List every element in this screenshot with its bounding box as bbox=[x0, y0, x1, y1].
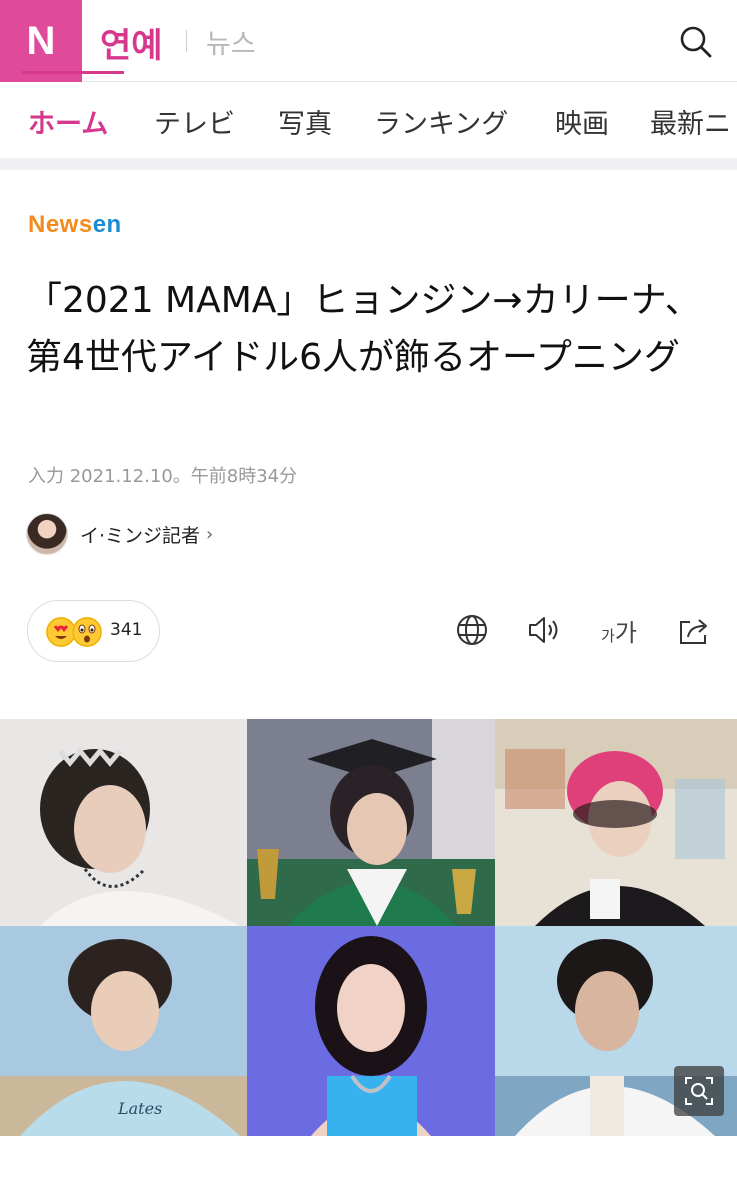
chevron-right-icon: › bbox=[206, 523, 214, 545]
source-logo-part2: en bbox=[92, 211, 122, 238]
font-size-label: 가가 bbox=[601, 618, 637, 647]
author-name: イ·ミンジ記者 bbox=[80, 524, 201, 547]
photo-tile-3 bbox=[495, 719, 737, 926]
logo[interactable]: N bbox=[0, 0, 82, 82]
section-title[interactable]: 연예 bbox=[100, 18, 163, 67]
tab-bar: ホーム テレビ 写真 ランキング 映画 最新ニ bbox=[0, 82, 737, 158]
tab-photo[interactable]: 写真 bbox=[278, 102, 332, 141]
speaker-icon bbox=[529, 617, 558, 643]
top-bar: N 연예 뉴스 bbox=[0, 0, 737, 82]
photo-tile-5 bbox=[247, 926, 495, 1136]
zoom-icon bbox=[685, 1077, 713, 1105]
source-logo[interactable]: Newsen bbox=[28, 211, 122, 239]
search-icon bbox=[680, 26, 712, 58]
svg-text:Lates: Lates bbox=[117, 1099, 162, 1118]
audio-button[interactable] bbox=[526, 612, 562, 648]
globe-icon bbox=[457, 615, 487, 645]
photo-tile-1 bbox=[0, 719, 247, 926]
source-logo-part1: News bbox=[28, 211, 93, 238]
tab-home[interactable]: ホーム bbox=[28, 102, 108, 141]
tab-latest[interactable]: 最新ニ bbox=[650, 102, 731, 141]
tab-ranking[interactable]: ランキング bbox=[374, 102, 508, 141]
photo-tile-4: Lates bbox=[0, 926, 247, 1136]
share-button[interactable] bbox=[676, 612, 712, 648]
translate-button[interactable] bbox=[454, 612, 490, 648]
author-link[interactable]: イ·ミンジ記者 › bbox=[26, 513, 213, 555]
header-divider bbox=[186, 30, 187, 52]
search-button[interactable] bbox=[676, 22, 716, 62]
photo-zoom-button[interactable] bbox=[674, 1066, 724, 1116]
reaction-count: 341 bbox=[110, 620, 143, 640]
active-tab-indicator bbox=[22, 71, 124, 74]
share-icon bbox=[680, 619, 707, 644]
tab-tv[interactable]: テレビ bbox=[154, 102, 235, 141]
article-headline: 「2021 MAMA」ヒョンジン→カリーナ、第4世代アイドル6人が飾るオープニン… bbox=[26, 280, 701, 378]
tab-movie[interactable]: 映画 bbox=[555, 102, 609, 141]
font-size-button[interactable]: 가가 bbox=[596, 612, 642, 648]
surprised-emoji-icon bbox=[72, 617, 102, 647]
section-subtitle[interactable]: 뉴스 bbox=[206, 22, 256, 61]
avatar bbox=[26, 513, 68, 555]
article-timestamp: 入力 2021.12.10。午前8時34分 bbox=[28, 466, 298, 487]
photo-tile-2 bbox=[247, 719, 495, 926]
section-separator bbox=[0, 158, 737, 170]
reactions-button[interactable]: 341 bbox=[27, 600, 160, 662]
article-photo[interactable]: Lates bbox=[0, 719, 737, 1136]
